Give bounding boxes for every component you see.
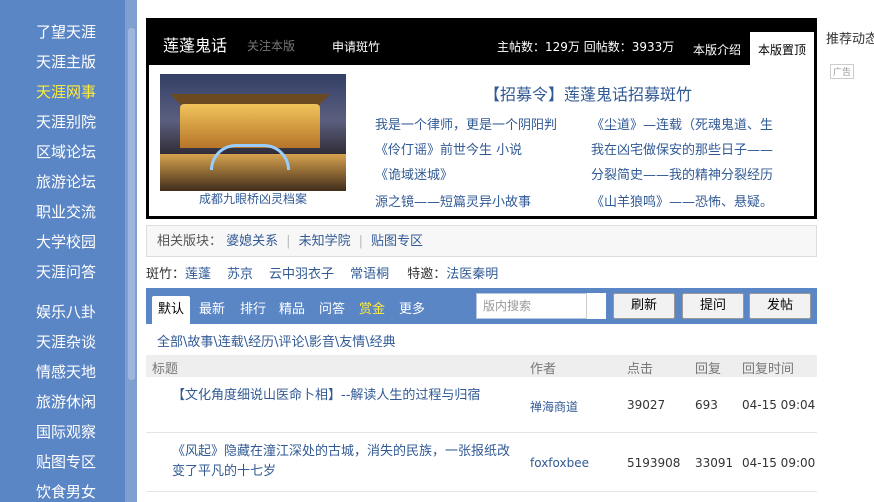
thread-clicks: 39027 — [627, 398, 666, 412]
thread-replies: 693 — [695, 398, 718, 412]
moderator-link[interactable]: 云中羽衣子 — [269, 267, 334, 282]
header-clicks: 点击 — [627, 362, 654, 377]
header-reply-time: 回复时间 — [742, 362, 795, 377]
sidebar-item-travel-forum[interactable]: 旅游论坛 — [0, 167, 125, 197]
photo-arch-shape — [210, 144, 290, 170]
sidebar-item-career[interactable]: 职业交流 — [0, 197, 125, 227]
sidebar-item-main[interactable]: 天涯主版 — [0, 47, 125, 77]
list-toolbar: 默认 最新 排行 精品 问答 赏金 更多 版内搜索 刷新 提问 发帖 — [146, 288, 817, 324]
photo-bridge-shape — [180, 104, 320, 148]
divider: | — [358, 234, 363, 249]
moderators-line: 斑竹：莲蓬 苏京 云中羽衣子 常语桐 特邀：法医秦明 — [146, 263, 498, 282]
moderator-link[interactable]: 苏京 — [227, 267, 253, 282]
ask-button[interactable]: 提问 — [682, 293, 744, 319]
thread-title[interactable]: 《风起》隐藏在潼江深处的古城，消失的民族，一张报纸改变了平凡的十七岁 — [172, 442, 518, 482]
table-row[interactable]: 【文化角度细说山医命卜相】--解读人生的过程与归宿 禅海商道 39027 693… — [146, 378, 817, 433]
post-button[interactable]: 发帖 — [749, 293, 811, 319]
slide-photo[interactable]: 1234 — [160, 74, 346, 191]
thread-author[interactable]: 禅海商道 — [530, 398, 578, 415]
sidebar-item-emotion[interactable]: 情感天地 — [0, 357, 125, 387]
tab-featured[interactable]: 精品 — [279, 296, 305, 324]
related-board-link[interactable]: 未知学院 — [299, 234, 351, 249]
sidebar-item-misc[interactable]: 天涯杂谈 — [0, 327, 125, 357]
moderators-label: 斑竹： — [146, 267, 186, 282]
sidebar-item-leisure[interactable]: 旅游休闲 — [0, 387, 125, 417]
header-author: 作者 — [530, 362, 557, 377]
featured-link[interactable]: 源之镜——短篇灵异小故事 — [375, 191, 531, 210]
related-label: 相关版块： — [157, 234, 223, 249]
featured-link[interactable]: 我是一个律师，更是一个阴阳判 — [375, 114, 557, 133]
related-boards: 相关版块： 婆媳关系 | 未知学院 | 贴图专区 — [146, 225, 817, 257]
related-board-link[interactable]: 贴图专区 — [371, 234, 423, 249]
header-title: 标题 — [152, 362, 179, 377]
left-sidebar: 了望天涯 天涯主版 天涯网事 天涯别院 区域论坛 旅游论坛 职业交流 大学校园 … — [0, 0, 137, 502]
sidebar-item-bieyuan[interactable]: 天涯别院 — [0, 107, 125, 137]
featured-link[interactable]: 《山羊狼鸣》——恐怖、悬疑。 — [591, 191, 773, 210]
page: 了望天涯 天涯主版 天涯网事 天涯别院 区域论坛 旅游论坛 职业交流 大学校园 … — [0, 0, 874, 502]
board-header-bar: 莲蓬鬼话 关注本版 申请斑竹 主帖数：129万 回帖数：3933万 本版介绍 本… — [149, 21, 814, 65]
tab-more[interactable]: 更多 — [399, 296, 425, 324]
board-panel: 莲蓬鬼话 关注本版 申请斑竹 主帖数：129万 回帖数：3933万 本版介绍 本… — [146, 18, 817, 219]
apply-moderator-link[interactable]: 申请斑竹 — [332, 38, 380, 55]
moderator-link[interactable]: 常语桐 — [350, 267, 389, 282]
board-stats: 主帖数：129万 回帖数：3933万 — [497, 40, 675, 54]
tab-default[interactable]: 默认 — [152, 296, 190, 324]
ad-label: 广告 — [830, 64, 855, 79]
thread-title[interactable]: 【文化角度细说山医命卜相】--解读人生的过程与归宿 — [172, 386, 518, 406]
sidebar-item-qa[interactable]: 天涯问答 — [0, 257, 125, 287]
thread-reply-time: 04-15 09:04 — [742, 398, 816, 412]
tab-latest[interactable]: 最新 — [199, 296, 225, 324]
tab-qa[interactable]: 问答 — [319, 296, 345, 324]
table-row[interactable]: 《风起》隐藏在潼江深处的古城，消失的民族，一张报纸改变了平凡的十七岁 foxfo… — [146, 434, 817, 492]
sidebar-item-food[interactable]: 饮食男女 — [0, 477, 125, 502]
tab-bounty[interactable]: 赏金 — [359, 296, 385, 324]
moderator-link[interactable]: 莲蓬 — [185, 267, 211, 282]
sidebar-item-regional[interactable]: 区域论坛 — [0, 137, 125, 167]
sidebar-item-gossip[interactable]: 娱乐八卦 — [0, 297, 125, 327]
photo-caption[interactable]: 成都九眼桥凶灵档案 — [160, 190, 346, 207]
recommend-label: 推荐动态 — [826, 32, 874, 47]
table-header: 标题 作者 点击 回复 回复时间 — [146, 355, 817, 377]
thread-reply-time: 04-15 09:00 — [742, 456, 816, 470]
divider: | — [286, 234, 291, 249]
guest-label: 特邀： — [407, 267, 447, 282]
sidebar-scrollbar[interactable] — [125, 0, 137, 502]
sidebar-item-liaowang[interactable]: 了望天涯 — [0, 17, 125, 47]
thread-replies: 33091 — [695, 456, 734, 470]
headline-link[interactable]: 【招募令】莲蓬鬼话招募斑竹 — [484, 81, 692, 105]
featured-link[interactable]: 分裂简史——我的精神分裂经历 — [591, 164, 773, 183]
sidebar-item-photos[interactable]: 贴图专区 — [0, 447, 125, 477]
featured-link[interactable]: 《伶仃谣》前世今生 小说 — [375, 139, 522, 158]
tab-ranking[interactable]: 排行 — [240, 296, 266, 324]
sidebar-scroll-thumb[interactable] — [128, 28, 135, 380]
search-icon[interactable] — [586, 293, 606, 319]
sidebar-item-international[interactable]: 国际观察 — [0, 417, 125, 447]
sidebar-item-campus[interactable]: 大学校园 — [0, 227, 125, 257]
sidebar-item-wangshi[interactable]: 天涯网事 — [0, 77, 125, 107]
tab-board-intro[interactable]: 本版介绍 — [693, 41, 741, 58]
board-title[interactable]: 莲蓬鬼话 — [163, 32, 227, 56]
thread-clicks: 5193908 — [627, 456, 681, 470]
thread-author[interactable]: foxfoxbee — [530, 456, 589, 470]
header-replies: 回复 — [695, 362, 722, 377]
follow-board-button[interactable]: 关注本版 — [247, 37, 295, 54]
refresh-button[interactable]: 刷新 — [613, 293, 675, 319]
featured-link[interactable]: 《尘道》—连载（死魂鬼道、生 — [591, 114, 773, 133]
featured-link[interactable]: 我在凶宅做保安的那些日子—— — [591, 139, 773, 158]
featured-link[interactable]: 《诡域迷城》 — [375, 164, 453, 183]
related-board-link[interactable]: 婆媳关系 — [226, 234, 278, 249]
tab-board-pinned[interactable]: 本版置顶 — [750, 32, 814, 65]
category-filter[interactable]: 全部\故事\连载\经历\评论\影音\友情\经典 — [157, 331, 396, 350]
guest-moderator-link[interactable]: 法医秦明 — [446, 267, 498, 282]
